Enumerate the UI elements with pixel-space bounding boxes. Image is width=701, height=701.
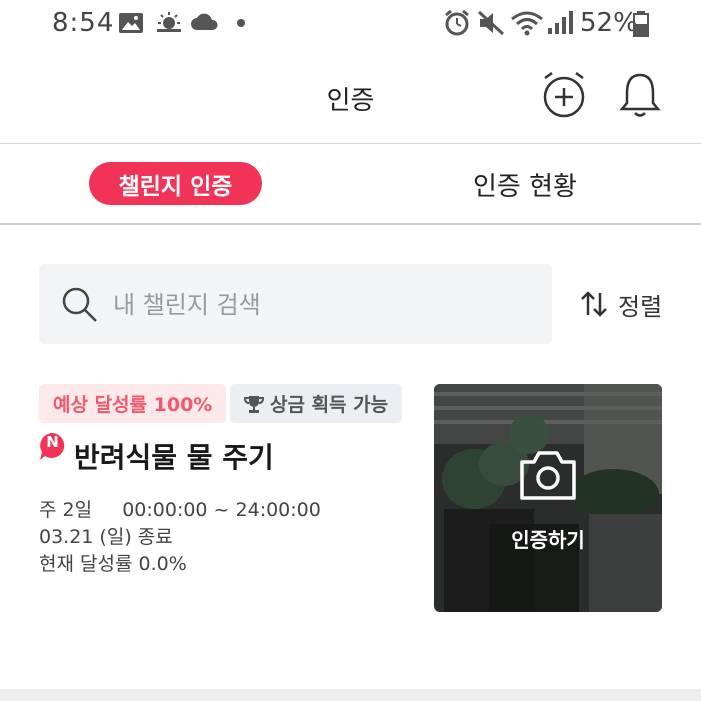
status-bar: 8:54 52%: [0, 0, 701, 48]
prize-badge: 상금 획득 가능: [230, 384, 403, 423]
section-divider: [0, 689, 701, 701]
tab-bar: 챌린지 인증 인증 현황: [0, 144, 701, 225]
search-icon: [62, 287, 97, 322]
tab-challenge-verify[interactable]: 챌린지 인증: [89, 162, 262, 205]
schedule-time: 00:00:00 ~ 24:00:00: [122, 499, 321, 521]
challenge-title: 반려식물 물 주기: [74, 441, 274, 474]
wifi-icon: [511, 11, 543, 36]
weather-sun-icon: [157, 12, 181, 32]
dot-icon: [237, 19, 245, 27]
page-title: 인증: [326, 86, 375, 116]
app-header: 인증: [0, 48, 701, 144]
search-input[interactable]: [111, 264, 535, 346]
schedule-frequency: 주 2일: [39, 499, 93, 521]
bell-icon[interactable]: [619, 71, 661, 119]
challenge-end-date: 03.21 (일) 종료: [39, 526, 173, 548]
status-time: 8:54: [52, 8, 115, 38]
tab-verify-status[interactable]: 인증 현황: [440, 164, 610, 204]
verify-photo-button[interactable]: 인증하기: [434, 384, 662, 612]
verify-label: 인증하기: [511, 528, 585, 552]
sort-button[interactable]: 정렬: [580, 284, 662, 324]
mute-icon: [477, 10, 505, 36]
prize-badge-label: 상금 획득 가능: [270, 394, 389, 416]
new-badge: N: [39, 432, 66, 460]
sort-label: 정렬: [618, 292, 663, 321]
gallery-icon: [119, 13, 143, 33]
battery-icon: [633, 11, 649, 37]
expected-rate-badge: 예상 달성률 100%: [39, 384, 227, 423]
sort-icon: [581, 291, 607, 317]
new-badge-letter: N: [46, 433, 59, 451]
trophy-icon: [244, 395, 264, 413]
alarm-plus-icon[interactable]: [540, 70, 588, 120]
camera-icon: [520, 451, 576, 500]
search-box: [39, 264, 552, 346]
challenge-current-rate: 현재 달성률 0.0%: [39, 553, 187, 575]
challenge-schedule: 주 2일 00:00:00 ~ 24:00:00: [39, 495, 321, 522]
signal-icon: [548, 11, 573, 34]
cloud-icon: [191, 13, 218, 30]
alarm-icon: [445, 9, 469, 36]
battery-percent: 52%: [580, 8, 638, 38]
